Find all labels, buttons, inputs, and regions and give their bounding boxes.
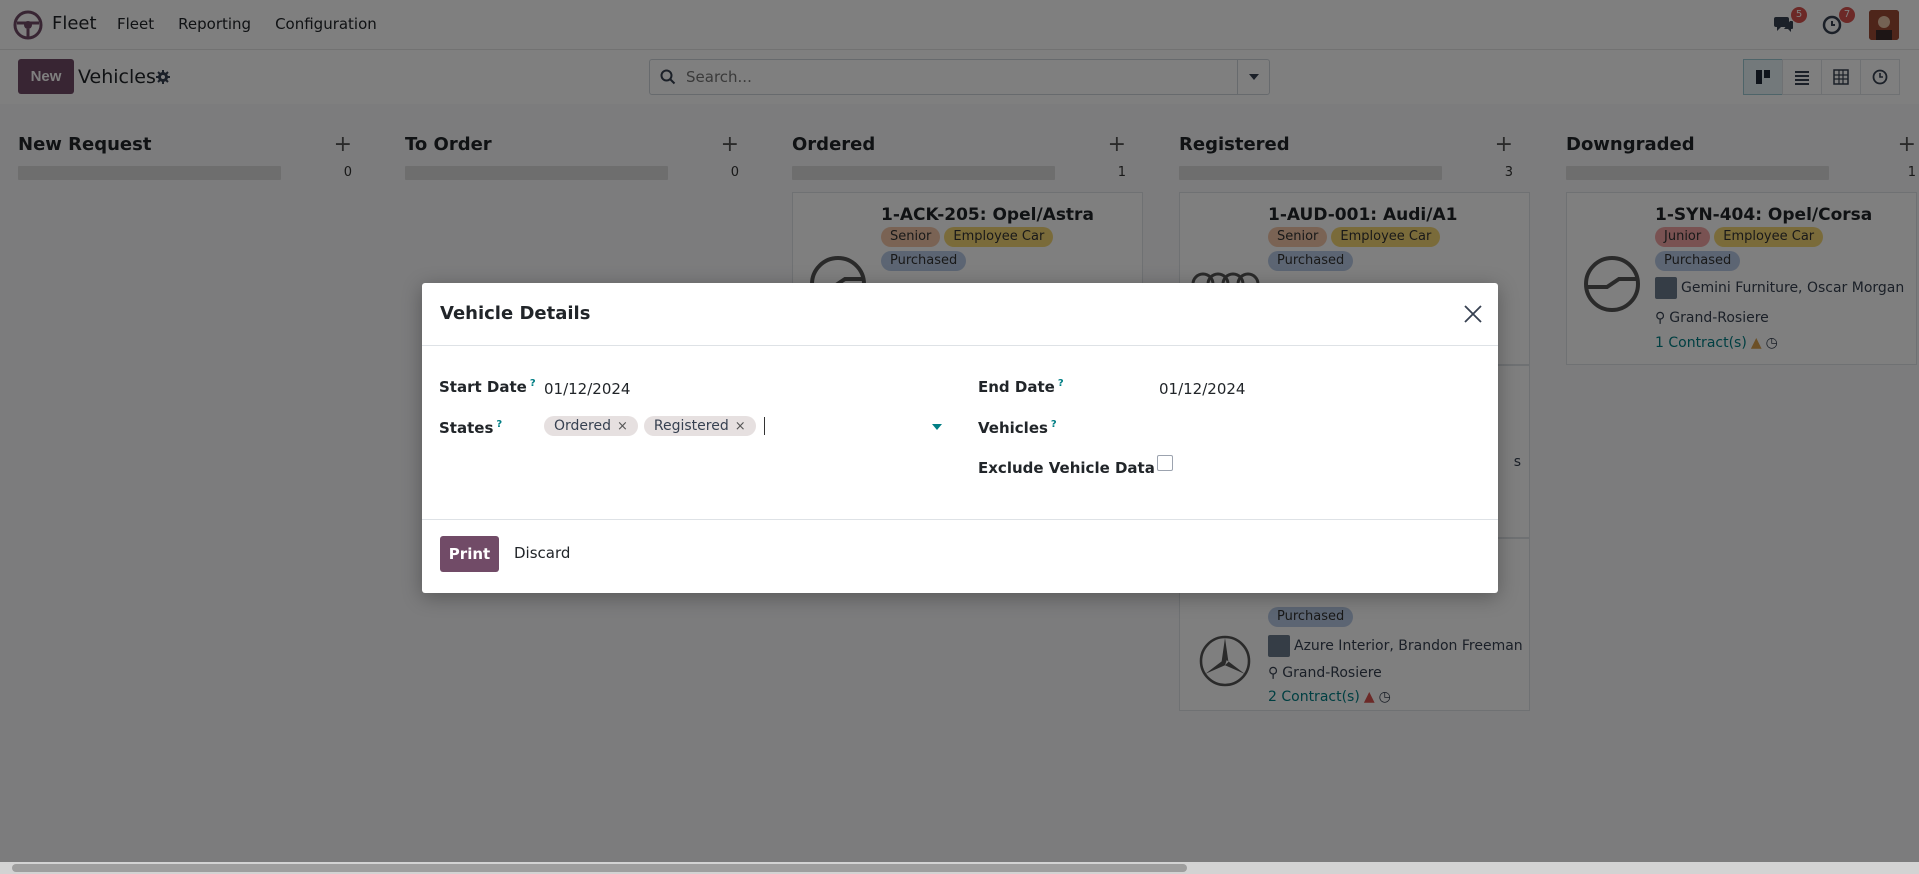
scrollbar-thumb[interactable] bbox=[12, 864, 1187, 872]
help-icon[interactable]: ? bbox=[1058, 378, 1064, 389]
close-icon[interactable] bbox=[1462, 303, 1484, 325]
vehicle-details-dialog: Vehicle Details Start Date? 01/12/2024 S… bbox=[422, 283, 1498, 593]
end-date-label: End Date? bbox=[978, 378, 1064, 396]
vehicles-label: Vehicles? bbox=[978, 419, 1057, 437]
exclude-vehicle-data-checkbox[interactable] bbox=[1157, 455, 1173, 471]
help-icon[interactable]: ? bbox=[1051, 419, 1057, 430]
dialog-header: Vehicle Details bbox=[422, 283, 1498, 346]
start-date-label: Start Date? bbox=[439, 378, 536, 396]
remove-tag-icon[interactable]: × bbox=[617, 419, 628, 434]
print-button[interactable]: Print bbox=[440, 536, 499, 572]
tag-label: Registered bbox=[653, 418, 729, 434]
text-cursor bbox=[763, 417, 765, 435]
dialog-title: Vehicle Details bbox=[440, 303, 591, 324]
dropdown-arrow-icon[interactable] bbox=[932, 424, 942, 430]
vehicles-field[interactable] bbox=[1157, 414, 1477, 440]
states-field[interactable]: Ordered × Registered × bbox=[544, 412, 944, 440]
remove-tag-icon[interactable]: × bbox=[735, 419, 746, 434]
dialog-footer: Print Discard bbox=[422, 520, 1498, 592]
help-icon[interactable]: ? bbox=[530, 378, 536, 389]
dialog-body: Start Date? 01/12/2024 States? Ordered ×… bbox=[422, 346, 1498, 520]
help-icon[interactable]: ? bbox=[496, 419, 502, 430]
state-tag-registered: Registered × bbox=[643, 416, 756, 436]
end-date-field[interactable]: 01/12/2024 bbox=[1159, 380, 1245, 398]
start-date-field[interactable]: 01/12/2024 bbox=[544, 380, 630, 398]
horizontal-scrollbar[interactable] bbox=[0, 862, 1919, 874]
tag-label: Ordered bbox=[554, 418, 611, 434]
discard-button[interactable]: Discard bbox=[514, 544, 570, 562]
states-label: States? bbox=[439, 419, 503, 437]
state-tag-ordered: Ordered × bbox=[544, 416, 638, 436]
exclude-vehicle-data-label: Exclude Vehicle Data? bbox=[978, 459, 1164, 477]
